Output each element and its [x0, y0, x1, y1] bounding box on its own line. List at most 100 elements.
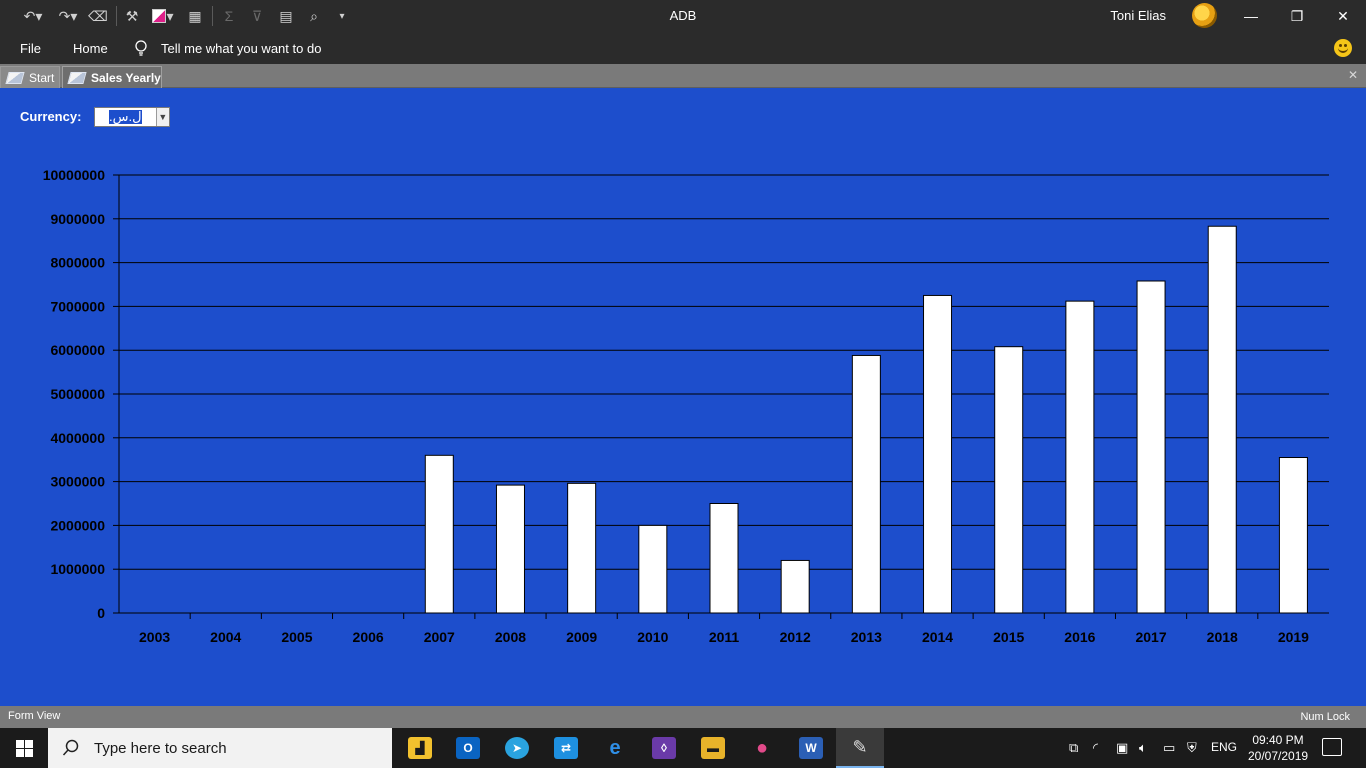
restore-button[interactable]: ❐	[1274, 0, 1320, 32]
maps-icon[interactable]: ●	[738, 728, 786, 768]
y-tick-label: 10000000	[43, 167, 106, 183]
customize-toolbar-icon[interactable]: ▾	[334, 6, 350, 26]
sales-chart: 0 1000000 2000000 3000000 4000000 5000000 6000…	[43, 167, 1329, 645]
form-icon	[5, 71, 25, 84]
y-tick-label: 9000000	[50, 211, 105, 227]
tab-label: Sales Yearly	[91, 70, 161, 85]
document-tabs: Start Sales Yearly ✕	[0, 64, 1366, 88]
tools-icon[interactable]: ⚒	[122, 6, 142, 26]
edge-icon[interactable]: e	[591, 728, 639, 768]
y-tick-label: 3000000	[50, 474, 105, 490]
folder-icon[interactable]: ▬	[689, 728, 737, 768]
taskbar-search-box[interactable]: Type here to search	[48, 728, 392, 768]
undo-icon[interactable]: ↶▾	[20, 6, 46, 26]
wifi-icon[interactable]: ◜	[1093, 740, 1098, 756]
tell-me-search[interactable]: Tell me what you want to do	[161, 41, 321, 56]
outlook-icon[interactable]: O	[444, 728, 492, 768]
file-explorer-pinned-icon[interactable]: ▟	[396, 728, 444, 768]
clock-date: 20/07/2019	[1248, 749, 1309, 763]
y-tick-label: 0	[97, 605, 105, 621]
x-tick-label: 2011	[709, 629, 740, 645]
x-tick-label: 2007	[424, 629, 455, 645]
bar	[851, 354, 881, 614]
form-icon	[67, 71, 87, 84]
lightbulb-icon	[135, 40, 147, 56]
x-tick-label: 2008	[495, 629, 526, 645]
remote-desktop-icon[interactable]: ⇄	[542, 728, 590, 768]
language-indicator[interactable]: ENG	[1211, 740, 1237, 754]
security-shield-icon[interactable]: ⛨	[1187, 740, 1197, 756]
bar	[424, 454, 454, 614]
word-icon[interactable]: W	[787, 728, 835, 768]
y-tick-label: 2000000	[50, 517, 105, 533]
currency-label: Currency:	[20, 109, 82, 124]
excel-export-icon[interactable]: ▦	[184, 6, 206, 26]
clock[interactable]: 09:40 PM 20/07/2019	[1248, 732, 1308, 764]
status-bar: Form View Num Lock	[0, 706, 1366, 728]
view-mode-status: Form View	[8, 710, 61, 722]
user-name[interactable]: Toni Elias	[1110, 8, 1166, 23]
bar	[1065, 300, 1095, 614]
access-app-icon[interactable]: ✎	[836, 728, 884, 768]
tab-file[interactable]: File	[20, 41, 41, 56]
search-icon	[62, 739, 79, 756]
x-tick-label: 2014	[922, 629, 953, 645]
filter-clear-icon[interactable]: ⊽	[248, 6, 266, 26]
chevron-down-icon[interactable]: ▼	[155, 108, 169, 126]
x-tick-label: 2015	[993, 629, 1024, 645]
avatar[interactable]	[1192, 3, 1217, 28]
tab-home[interactable]: Home	[73, 41, 108, 56]
y-tick-label: 4000000	[50, 430, 105, 446]
taskbar: Type here to search ▟ O ➤ ⇄ e ◊ ▬ ● W ✎ …	[0, 728, 1366, 768]
start-button[interactable]	[0, 728, 48, 768]
toolbar-separator	[212, 6, 213, 26]
y-tick-label: 1000000	[50, 561, 105, 577]
x-tick-label: 2004	[210, 629, 241, 645]
x-tick-label: 2016	[1064, 629, 1095, 645]
y-tick-label: 6000000	[50, 342, 105, 358]
bar	[1278, 457, 1308, 614]
telegram-icon[interactable]: ➤	[493, 728, 541, 768]
ribbon: File Home Tell me what you want to do	[0, 32, 1366, 64]
bar	[709, 503, 739, 614]
search-placeholder: Type here to search	[94, 739, 227, 757]
tab-sales-yearly[interactable]: Sales Yearly	[62, 66, 162, 88]
title-bar: ↶▾ ↷▾ ⌫ ⚒ ▾ ▦ Σ ⊽ ▤ ⌕ ▾ ADB Toni Elias —…	[0, 0, 1366, 32]
toolbar-separator	[116, 6, 117, 26]
bar	[994, 346, 1024, 614]
find-icon[interactable]: ⌕	[304, 6, 324, 26]
y-tick-label: 7000000	[50, 298, 105, 314]
color-picker-icon[interactable]: ▾	[148, 6, 178, 26]
x-tick-label: 2013	[851, 629, 882, 645]
currency-value: ل.س.	[109, 109, 142, 124]
tab-label: Start	[29, 70, 55, 85]
bar	[1136, 280, 1166, 614]
close-button[interactable]: ✕	[1320, 0, 1366, 32]
x-tick-label: 2006	[353, 629, 384, 645]
redo-icon[interactable]: ↷▾	[54, 6, 82, 26]
network-warning-icon[interactable]: ▣	[1116, 740, 1128, 756]
minimize-button[interactable]: —	[1228, 0, 1274, 32]
bar	[780, 559, 810, 614]
tab-start[interactable]: Start	[0, 66, 60, 88]
sum-icon[interactable]: Σ	[220, 6, 238, 26]
bar	[923, 294, 953, 614]
volume-icon[interactable]: 🔈︎	[1139, 740, 1147, 756]
windows-logo-icon	[15, 739, 33, 757]
feedback-smiley-icon[interactable]	[1334, 39, 1352, 57]
x-tick-label: 2017	[1135, 629, 1166, 645]
x-tick-label: 2019	[1278, 629, 1309, 645]
x-tick-label: 2005	[281, 629, 312, 645]
dropbox-icon[interactable]: ⧉	[1069, 740, 1078, 756]
x-tick-label: 2018	[1207, 629, 1238, 645]
eraser-icon[interactable]: ⌫	[88, 6, 108, 26]
x-tick-label: 2012	[780, 629, 811, 645]
y-tick-label: 5000000	[50, 386, 105, 402]
x-tick-label: 2009	[566, 629, 597, 645]
notification-center-icon[interactable]	[1322, 738, 1342, 756]
document-icon[interactable]: ▤	[276, 6, 296, 26]
battery-icon[interactable]: ▭	[1163, 740, 1175, 756]
visual-studio-icon[interactable]: ◊	[640, 728, 688, 768]
currency-select[interactable]: ل.س. ▼	[94, 107, 170, 127]
close-document-icon[interactable]: ✕	[1346, 68, 1360, 82]
